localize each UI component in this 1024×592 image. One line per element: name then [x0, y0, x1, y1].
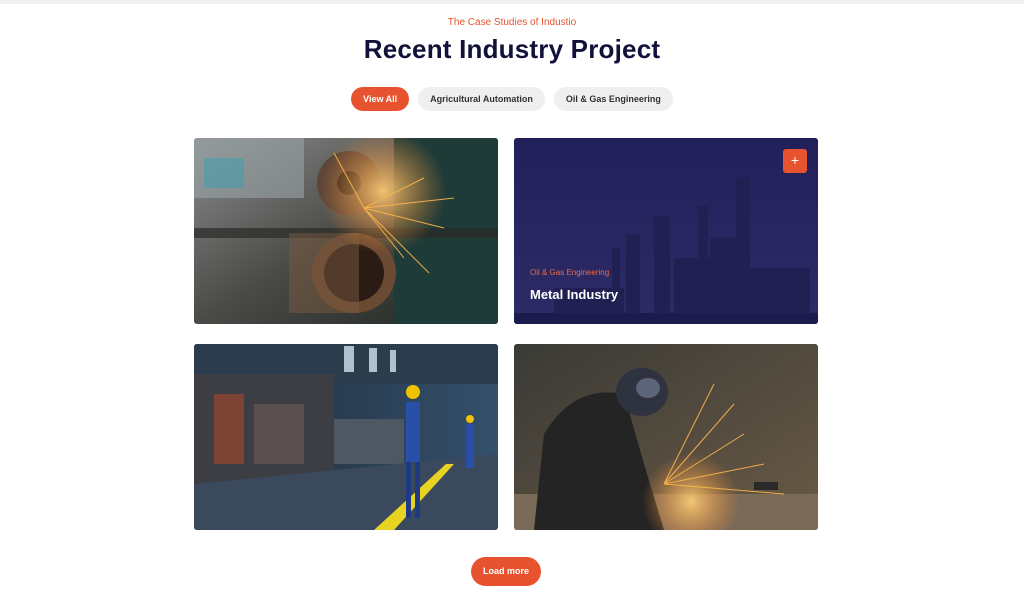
project-card-1[interactable] [194, 138, 498, 324]
filter-tabs: View All Agricultural Automation Oil & G… [0, 87, 1024, 111]
card-category: Oil & Gas Engineering [530, 268, 610, 277]
project-card-4[interactable] [514, 344, 818, 530]
load-more-button[interactable]: Load more [471, 557, 541, 586]
welder-sparks-photo [514, 344, 818, 530]
top-bar [0, 0, 1024, 4]
pipe-grinding-photo [194, 138, 498, 324]
steel-mill-worker-photo [194, 344, 498, 530]
filter-agricultural-automation[interactable]: Agricultural Automation [418, 87, 545, 111]
plus-icon[interactable]: + [783, 149, 807, 173]
project-card-3[interactable] [194, 344, 498, 530]
filter-oil-gas-engineering[interactable]: Oil & Gas Engineering [553, 87, 673, 111]
section-title: Recent Industry Project [363, 34, 661, 64]
card-title[interactable]: Metal Industry [530, 287, 618, 302]
filter-view-all[interactable]: View All [351, 87, 410, 111]
section-eyebrow: The Case Studies of Industio [447, 17, 577, 28]
project-card-2[interactable]: + Oil & Gas Engineering Metal Industry [514, 138, 818, 324]
